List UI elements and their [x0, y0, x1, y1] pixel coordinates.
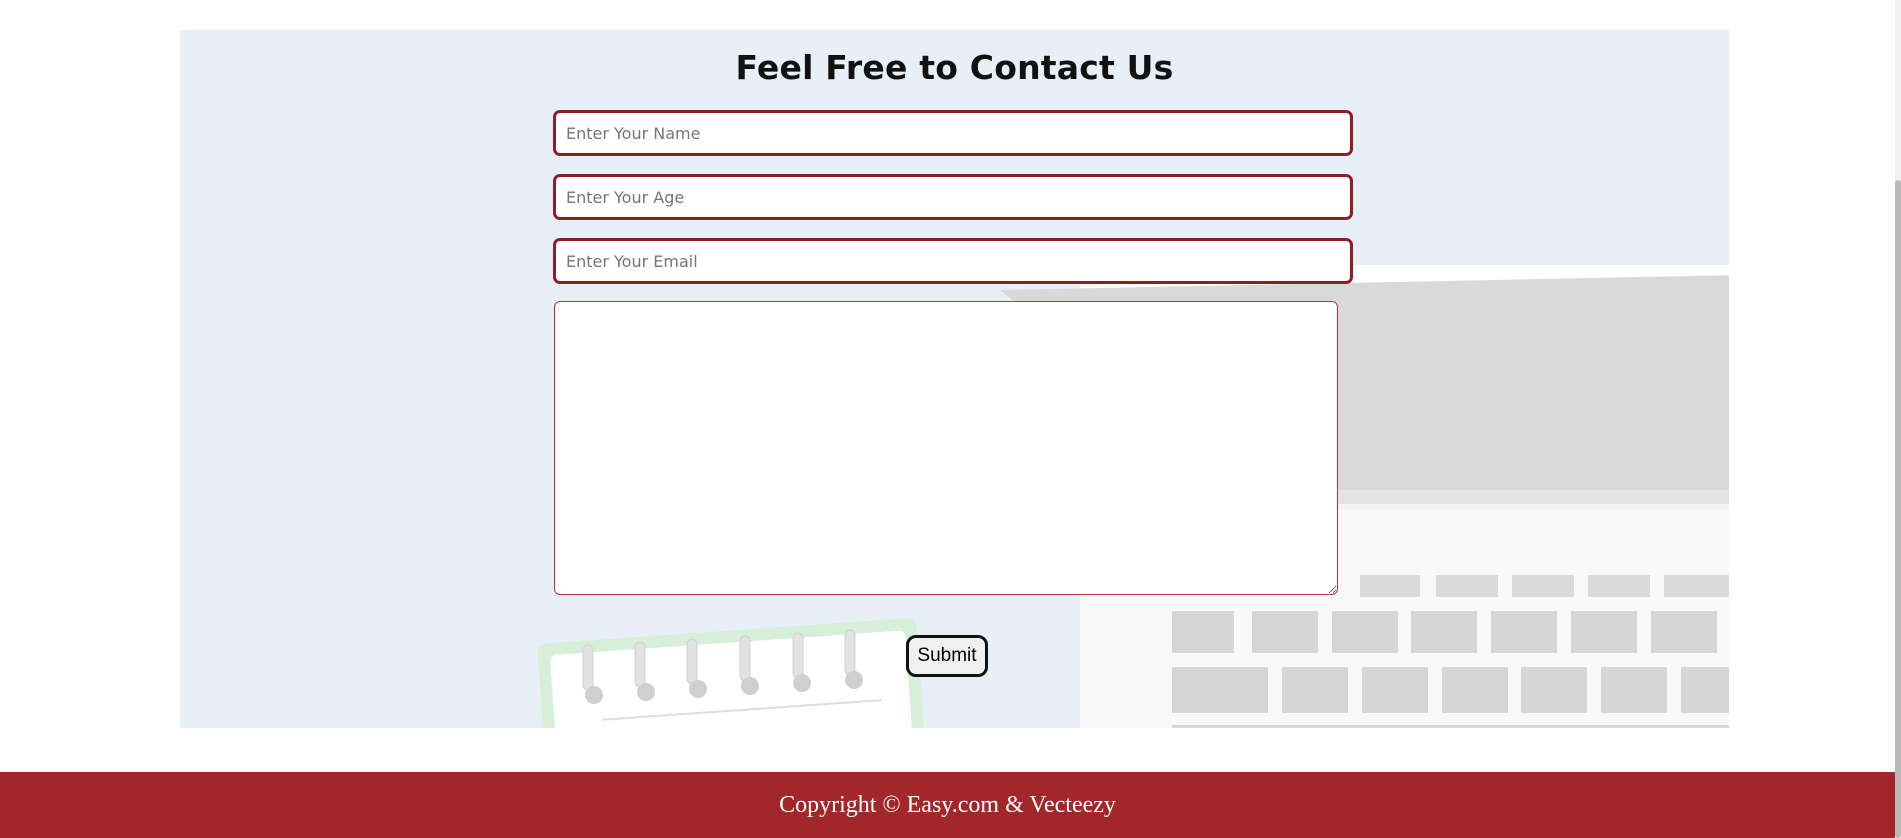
scrollbar-track[interactable]	[1895, 0, 1901, 838]
scrollbar-thumb[interactable]	[1895, 180, 1901, 838]
contact-section: Feel Free to Contact Us Submit	[180, 30, 1729, 728]
message-textarea[interactable]	[554, 301, 1338, 595]
email-input[interactable]	[553, 238, 1353, 284]
page: Feel Free to Contact Us Submit Copyright…	[0, 0, 1901, 838]
footer: Copyright © Easy.com & Vecteezy	[0, 772, 1895, 838]
page-title: Feel Free to Contact Us	[735, 48, 1174, 87]
submit-button[interactable]: Submit	[906, 635, 988, 677]
copyright-text: Copyright © Easy.com & Vecteezy	[779, 791, 1116, 818]
age-input[interactable]	[553, 174, 1353, 220]
name-input[interactable]	[553, 110, 1353, 156]
